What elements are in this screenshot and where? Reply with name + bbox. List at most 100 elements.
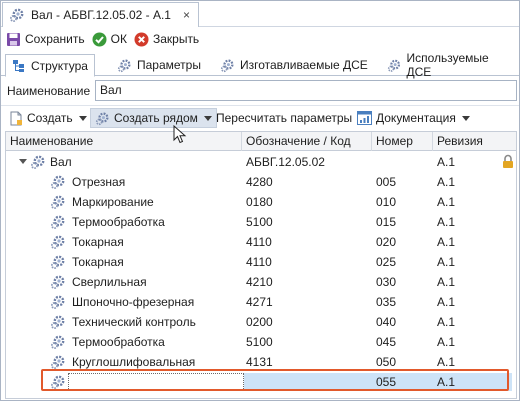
create-beside-button[interactable]: Создать рядом	[90, 108, 217, 128]
chevron-down-icon[interactable]	[78, 115, 87, 121]
name-row: Наименование Вал	[1, 78, 519, 103]
gear-icon	[117, 58, 132, 73]
collapse-arrow-icon[interactable]	[19, 159, 27, 164]
close-button[interactable]: Закрыть	[134, 32, 199, 47]
row-revision: А.1	[437, 215, 456, 229]
close-circle-icon	[134, 32, 149, 46]
gear-icon	[95, 111, 110, 126]
operation-gear-icon	[50, 174, 66, 190]
close-label: Закрыть	[152, 32, 200, 46]
tab-used-parts-label: Используемые ДСЕ	[406, 51, 489, 79]
tree-row[interactable]: Токарная 4110 025 А.1	[6, 252, 516, 272]
row-number: 005	[376, 175, 397, 189]
row-code: 4271	[246, 295, 273, 309]
tree-root-row[interactable]: Вал АБВГ.12.05.02 А.1	[6, 152, 516, 172]
row-number: 035	[376, 295, 397, 309]
column-header-code[interactable]: Обозначение / Код	[242, 132, 372, 151]
documentation-button[interactable]: Документация	[353, 108, 474, 128]
operation-gear-icon	[50, 334, 66, 350]
create-beside-label: Создать рядом	[114, 111, 198, 125]
row-revision: А.1	[437, 295, 456, 309]
lock-icon	[503, 154, 513, 168]
row-revision: А.1	[437, 235, 456, 249]
ok-button[interactable]: ОК	[92, 32, 127, 47]
new-document-icon	[10, 111, 22, 125]
tree-row[interactable]: Круглошлифовальная 4131 050 А.1	[6, 352, 516, 372]
root-code: АБВГ.12.05.02	[246, 155, 325, 169]
row-revision: А.1	[437, 255, 456, 269]
document-tab-title: Вал - АБВГ.12.05.02 - А.1	[31, 8, 171, 22]
name-label: Наименование	[7, 83, 91, 98]
tab-manufactured-parts[interactable]: Изготавливаемые ДСЕ	[214, 54, 374, 76]
tree-row[interactable]: Шпоночно-фрезерная 4271 035 А.1	[6, 292, 516, 312]
create-button[interactable]: Создать	[5, 108, 91, 128]
row-name: Термообработка	[72, 215, 165, 229]
row-revision: А.1	[437, 195, 456, 209]
ok-label: ОК	[110, 32, 127, 46]
tree-row[interactable]: Термообработка 5100 045 А.1	[6, 332, 516, 352]
tree-toolbar: Создать Создать рядом Пересчитать параме…	[1, 105, 519, 129]
operation-gear-icon	[50, 214, 66, 230]
tree-row[interactable]: Токарная 4110 020 А.1	[6, 232, 516, 252]
tree-row[interactable]: Сверлильная 4210 030 А.1	[6, 272, 516, 292]
tree-row[interactable]: Термообработка 5100 015 А.1	[6, 212, 516, 232]
operation-gear-icon	[50, 274, 66, 290]
tree-row[interactable]: Технический контроль 0200 040 А.1	[6, 312, 516, 332]
operation-gear-icon	[50, 194, 66, 210]
chevron-down-icon[interactable]	[461, 115, 470, 121]
row-name: Отрезная	[72, 175, 126, 189]
part-gear-icon	[9, 7, 25, 23]
grid-header: Наименование Обозначение / Код Номер Рев…	[6, 132, 516, 151]
root-revision: А.1	[437, 155, 456, 169]
document-window: Вал - АБВГ.12.05.02 - А.1 × Сохранить ОК	[0, 0, 520, 401]
structure-icon	[13, 59, 24, 72]
tab-structure-label: Структура	[31, 58, 88, 73]
row-code: 4280	[246, 175, 273, 189]
tab-used-parts[interactable]: Используемые ДСЕ	[381, 51, 519, 79]
action-bar: Сохранить ОК Закрыть	[1, 28, 519, 50]
operation-gear-icon	[50, 374, 66, 390]
row-name: Токарная	[72, 255, 124, 269]
assembly-gear-icon	[30, 154, 46, 170]
row-number: 045	[376, 335, 397, 349]
row-number: 025	[376, 255, 397, 269]
close-tab-icon[interactable]: ×	[183, 8, 190, 22]
name-input[interactable]: Вал	[95, 80, 517, 101]
column-header-name[interactable]: Наименование	[6, 132, 242, 151]
check-circle-icon	[92, 32, 107, 46]
row-code: 4210	[246, 275, 273, 289]
column-header-revision[interactable]: Ревизия	[433, 132, 516, 151]
row-revision: А.1	[437, 175, 456, 189]
new-tree-row[interactable]: 055 А.1	[6, 372, 516, 392]
save-button[interactable]: Сохранить	[6, 32, 85, 47]
chevron-down-icon[interactable]	[203, 115, 212, 121]
row-name: Технический контроль	[72, 315, 196, 329]
document-tab[interactable]: Вал - АБВГ.12.05.02 - А.1 ×	[2, 2, 199, 27]
documentation-label: Документация	[376, 111, 456, 125]
row-number: 015	[376, 215, 397, 229]
recalc-parameters-label: Пересчитать параметры	[216, 111, 353, 125]
property-tabs: Структура Параметры Изготавливаемые ДСЕ …	[1, 51, 519, 79]
row-code: 4110	[246, 255, 272, 269]
row-number: 050	[376, 355, 397, 369]
row-name: Сверлильная	[72, 275, 147, 289]
mouse-cursor-icon	[173, 125, 187, 144]
operation-gear-icon	[50, 294, 66, 310]
row-number: 010	[376, 195, 397, 209]
gear-icon	[220, 58, 235, 73]
operation-gear-icon	[50, 354, 66, 370]
operation-gear-icon	[50, 234, 66, 250]
tab-manufactured-parts-label: Изготавливаемые ДСЕ	[240, 58, 368, 72]
new-row-number: 055	[376, 375, 397, 389]
tab-parameters[interactable]: Параметры	[111, 54, 207, 76]
row-code: 5100	[246, 215, 273, 229]
row-revision: А.1	[437, 275, 456, 289]
tree-row[interactable]: Отрезная 4280 005 А.1	[6, 172, 516, 192]
new-row-name-editor[interactable]	[68, 373, 244, 391]
tree-row[interactable]: Маркирование 0180 010 А.1	[6, 192, 516, 212]
tab-structure[interactable]: Структура	[5, 54, 95, 77]
column-header-number[interactable]: Номер	[372, 132, 433, 151]
row-number: 040	[376, 315, 397, 329]
recalc-parameters-button[interactable]: Пересчитать параметры	[212, 108, 356, 128]
row-revision: А.1	[437, 315, 456, 329]
